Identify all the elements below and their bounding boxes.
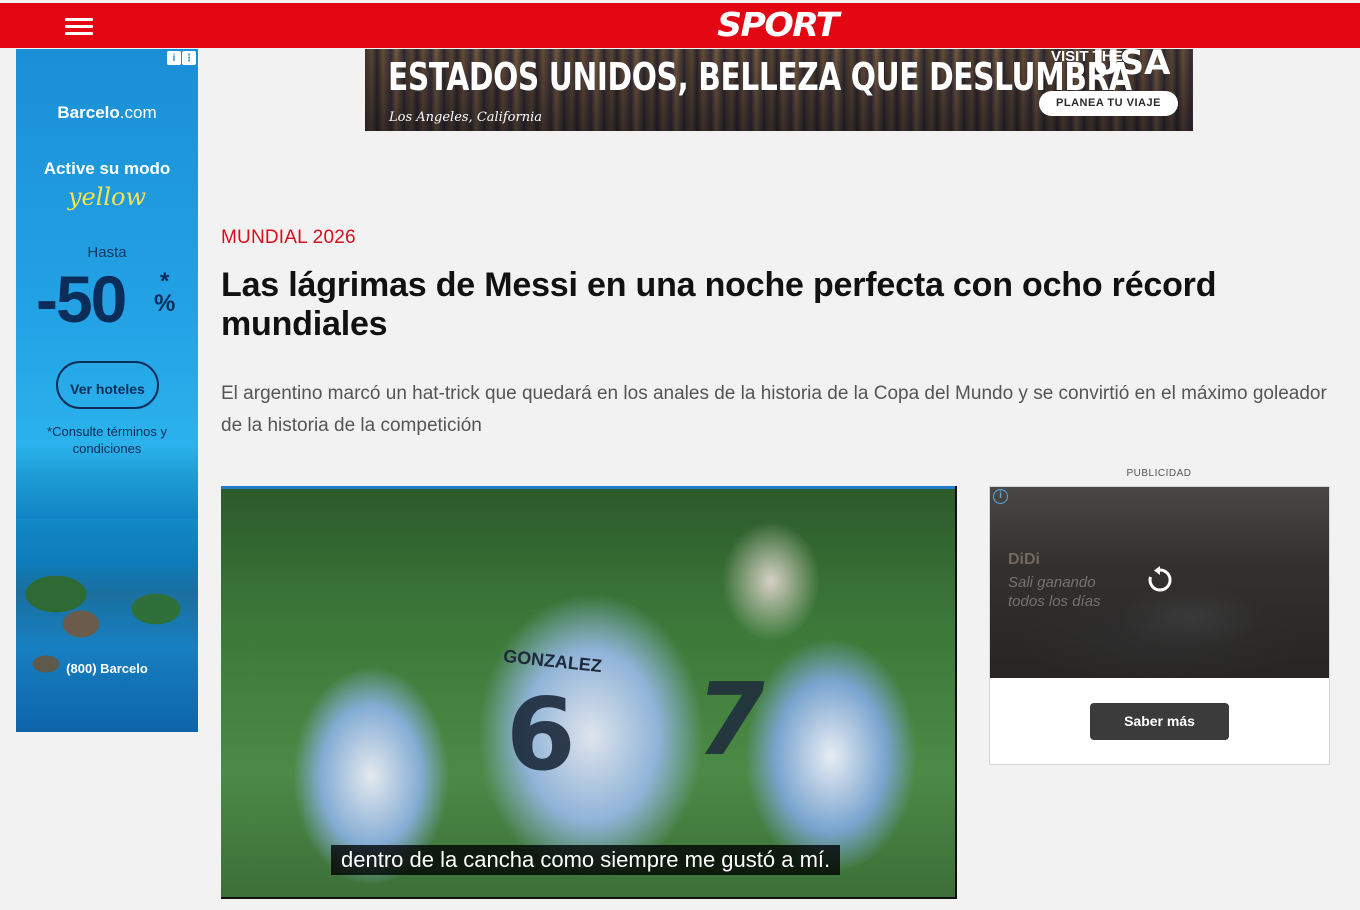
- right-video-ad[interactable]: i DiDi Sali ganando todos los días Saber…: [989, 486, 1330, 765]
- article-headline: Las lágrimas de Messi en una noche perfe…: [221, 266, 1217, 343]
- ad-brand: DiDi: [1008, 551, 1040, 568]
- jersey-number-a: 6: [506, 676, 576, 793]
- article-summary: El argentino marcó un hat-trick que qued…: [221, 383, 1327, 436]
- banner-title: ESTADOS UNIDOS, BELLEZA QUE DESLUMBRA: [388, 55, 1132, 99]
- article-video-player[interactable]: GONZALEZ 6 7 dentro de la cancha como si…: [221, 486, 957, 899]
- banner-location: Los Angeles, California: [389, 110, 542, 125]
- ad-hasta-label: Hasta: [87, 244, 127, 261]
- ad-info-icon[interactable]: i: [993, 489, 1008, 504]
- replay-icon[interactable]: [1145, 565, 1175, 595]
- planea-tu-viaje-button[interactable]: PLANEA TU VIAJE: [1039, 91, 1178, 116]
- ad-more-icon[interactable]: ⋮: [182, 51, 196, 65]
- video-subtitle: dentro de la cancha como siempre me gust…: [331, 845, 841, 875]
- left-skyscraper-ad[interactable]: i ⋮ Barcelo.com Active su modo yellow Ha…: [16, 49, 198, 732]
- hamburger-menu-icon[interactable]: [62, 14, 96, 40]
- ad-phone: (800) Barcelo: [66, 661, 148, 676]
- jersey-number-b: 7: [685, 661, 776, 778]
- article-category[interactable]: MUNDIAL 2026: [221, 227, 356, 249]
- saber-mas-button[interactable]: Saber más: [1090, 703, 1229, 740]
- ad-percent-sign: *%: [154, 268, 176, 317]
- site-logo[interactable]: SPORT: [717, 5, 839, 44]
- banner-usa-logo: USA: [1092, 49, 1171, 83]
- ad-video-frame[interactable]: i DiDi Sali ganando todos los días: [990, 487, 1329, 678]
- resort-aerial-image: [16, 519, 198, 732]
- top-banner-ad[interactable]: ESTADOS UNIDOS, BELLEZA QUE DESLUMBRA Lo…: [365, 49, 1193, 131]
- ad-headline: Active su modo: [43, 159, 171, 178]
- ver-hoteles-button[interactable]: Ver hoteles: [56, 361, 159, 409]
- ad-headline-script: yellow: [67, 183, 147, 211]
- site-header: SPORT: [0, 0, 1360, 48]
- ad-terms: *Consulte términos y condiciones: [47, 424, 167, 456]
- ad-discount: -50: [36, 262, 127, 336]
- jersey-name: GONZALEZ: [502, 645, 603, 677]
- ad-choices[interactable]: i ⋮: [167, 51, 196, 65]
- advertising-label: PUBLICIDAD: [1126, 468, 1192, 479]
- ad-info-icon[interactable]: i: [167, 51, 181, 65]
- ad-tagline: Sali ganando todos los días: [1008, 574, 1101, 610]
- ad-brand: Barcelo.com: [57, 103, 157, 122]
